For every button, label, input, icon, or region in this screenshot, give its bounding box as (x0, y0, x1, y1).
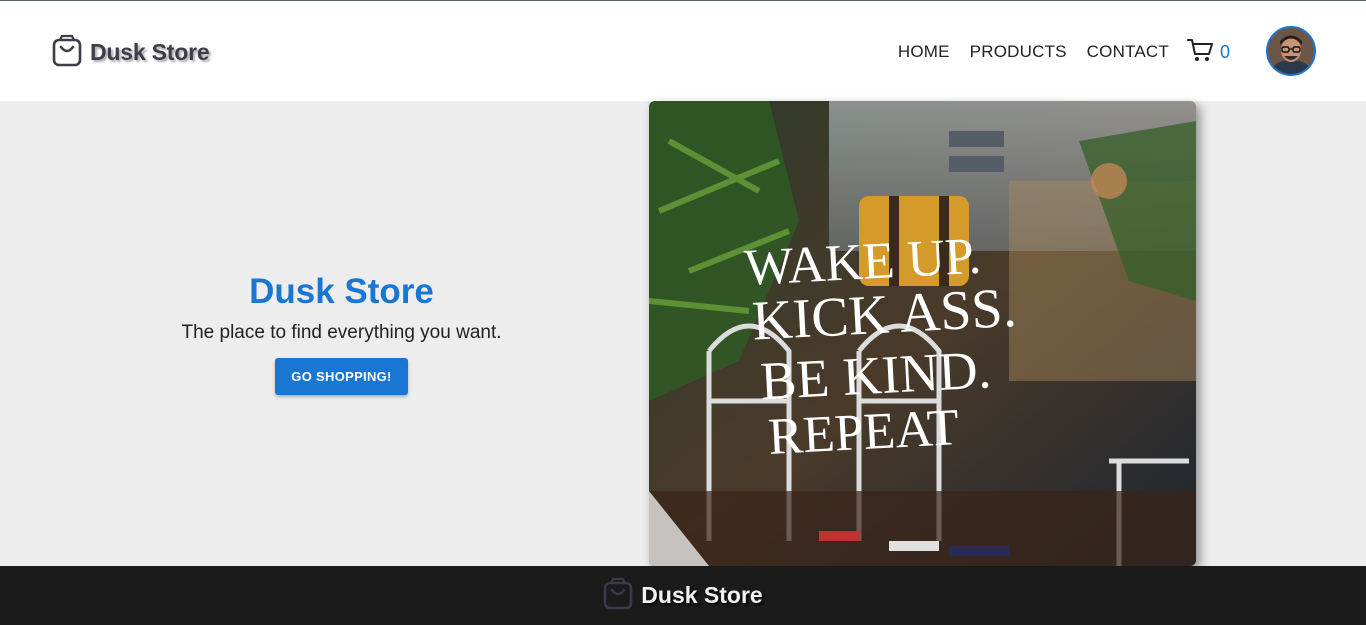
cart-count: 0 (1219, 41, 1230, 62)
nav-home[interactable]: HOME (898, 42, 950, 62)
go-shopping-button[interactable]: GO SHOPPING! (275, 358, 408, 395)
shopping-bag-icon (52, 33, 82, 72)
cart-icon (1186, 37, 1215, 68)
main-nav: HOME PRODUCTS CONTACT 0 (878, 37, 1230, 67)
quote-line-3: BE KIND. (759, 339, 993, 411)
nav-contact[interactable]: CONTACT (1087, 42, 1169, 62)
shopping-bag-icon (603, 576, 633, 615)
cart-button[interactable]: 0 (1186, 37, 1230, 68)
brand-link[interactable]: Dusk Store (52, 33, 210, 72)
brand-name: Dusk Store (90, 38, 210, 65)
nav-products[interactable]: PRODUCTS (970, 42, 1067, 62)
hero-section: Dusk Store The place to find everything … (0, 101, 683, 566)
navbar: Dusk Store HOME PRODUCTS CONTACT 0 (0, 1, 1366, 101)
hero-image: WAKE UP. KICK ASS. BE KIND. REPEAT (649, 101, 1196, 566)
footer-brand-name: Dusk Store (641, 582, 763, 608)
footer: Dusk Store (0, 566, 1366, 625)
footer-brand[interactable]: Dusk Store (603, 576, 763, 615)
user-avatar[interactable] (1266, 26, 1316, 76)
hero-subtitle: The place to find everything you want. (181, 322, 502, 343)
quote-line-4: REPEAT (767, 399, 960, 466)
hero-title: Dusk Store (249, 272, 434, 311)
